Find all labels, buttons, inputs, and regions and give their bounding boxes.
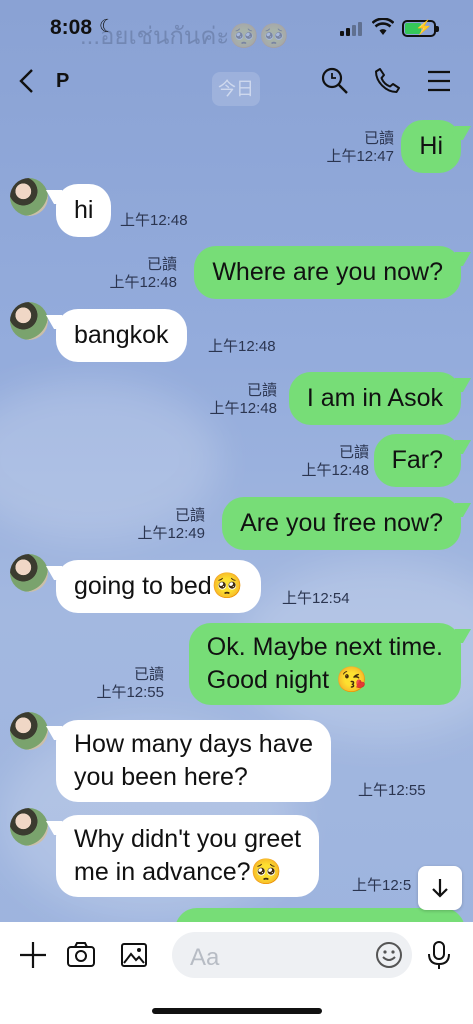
- message-text-line: Ok. Maybe next time.: [206, 633, 443, 661]
- message-time: 上午12:48: [109, 274, 177, 291]
- message-time: 上午12:48: [301, 462, 369, 479]
- avatar[interactable]: [10, 712, 48, 750]
- message-meta: 已讀 上午12:48: [209, 382, 277, 418]
- message-meta: 已讀 上午12:55: [96, 666, 164, 702]
- message-meta: 已讀 上午12:48: [301, 444, 369, 480]
- wifi-icon: [371, 17, 395, 41]
- search-icon[interactable]: [320, 66, 350, 96]
- home-indicator: [152, 1008, 322, 1014]
- message-bubble-outgoing[interactable]: Hi: [401, 120, 461, 173]
- read-receipt: 已讀: [146, 256, 177, 273]
- emoji-icon[interactable]: [372, 938, 406, 972]
- avatar[interactable]: [10, 554, 48, 592]
- message-text-line: Good night 😘: [206, 666, 368, 694]
- read-receipt: 已讀: [133, 666, 164, 683]
- message-bubble-incoming[interactable]: How many days have you been here?: [56, 720, 332, 802]
- microphone-icon[interactable]: [422, 938, 456, 972]
- message-time: 上午12:49: [137, 525, 205, 542]
- read-receipt: 已讀: [363, 130, 394, 147]
- read-receipt: 已讀: [338, 444, 369, 461]
- message-text-line: How many days have: [74, 730, 314, 758]
- message-bubble-outgoing[interactable]: Where are you now?: [194, 246, 461, 299]
- avatar[interactable]: [10, 178, 48, 216]
- menu-icon[interactable]: [424, 66, 454, 96]
- plus-icon[interactable]: [16, 938, 50, 972]
- message-time: 上午12:47: [326, 148, 394, 165]
- avatar[interactable]: [10, 302, 48, 340]
- arrow-down-icon[interactable]: [418, 866, 462, 910]
- message-text-line: you been here?: [74, 763, 248, 791]
- message-bubble-incoming[interactable]: bangkok: [56, 309, 187, 362]
- message-time: 上午12:48: [209, 400, 277, 417]
- focus-moon-icon: ☾: [99, 16, 116, 36]
- message-bubble-outgoing[interactable]: Far?: [373, 434, 461, 487]
- message-meta: 已讀 上午12:47: [326, 130, 394, 166]
- message-bubble-incoming[interactable]: going to bed🥺: [56, 560, 261, 613]
- chevron-left-icon[interactable]: [16, 66, 36, 102]
- message-time: 上午12:5: [352, 877, 412, 894]
- date-separator: 今日: [212, 72, 260, 106]
- message-meta: 已讀 上午12:49: [137, 507, 205, 543]
- message-bubble-incoming[interactable]: hi: [56, 184, 112, 237]
- battery-icon: ⚡: [402, 19, 439, 37]
- chat-header: P 今日: [0, 58, 473, 106]
- message-time: 上午12:55: [358, 782, 426, 799]
- contact-name[interactable]: P: [56, 70, 69, 93]
- message-bubble-outgoing[interactable]: Ok. Maybe next time. Good night 😘: [188, 623, 461, 705]
- avatar[interactable]: [10, 808, 48, 846]
- image-icon[interactable]: [117, 938, 151, 972]
- message-bubble-outgoing[interactable]: I am in Asok: [288, 372, 461, 425]
- read-receipt: 已讀: [174, 507, 205, 524]
- camera-icon[interactable]: [64, 938, 98, 972]
- status-time: 8:08: [50, 16, 93, 39]
- message-bubble-incoming[interactable]: Why didn't you greet me in advance?🥺: [56, 815, 320, 897]
- message-text-line: me in advance?🥺: [74, 858, 282, 886]
- message-meta: 已讀 上午12:48: [109, 256, 177, 292]
- message-text-line: Why didn't you greet: [74, 825, 302, 853]
- message-time: 上午12:55: [96, 684, 164, 701]
- message-time: 上午12:54: [282, 590, 350, 607]
- message-input-placeholder: Aa: [190, 944, 220, 971]
- cellular-signal-icon: [340, 22, 364, 36]
- phone-icon[interactable]: [372, 66, 402, 96]
- message-time: 上午12:48: [120, 212, 188, 229]
- status-bar: ...อยเช่นกันค่ะ🥺🥺 8:08 ☾ ⚡: [0, 0, 473, 58]
- message-bubble-outgoing[interactable]: Are you free now?: [222, 497, 461, 550]
- read-receipt: 已讀: [246, 382, 277, 399]
- message-time: 上午12:48: [208, 338, 276, 355]
